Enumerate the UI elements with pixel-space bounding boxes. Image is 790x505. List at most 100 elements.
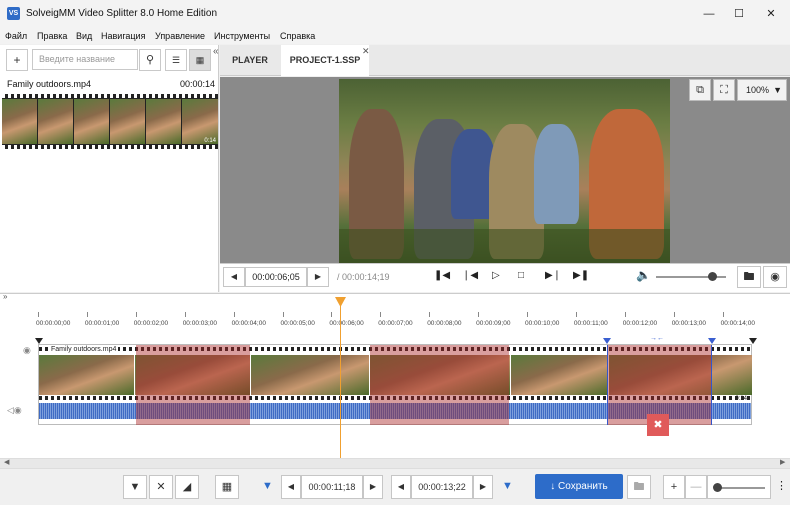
ruler-tick-label: 00:00:09;00 [476,320,511,327]
search-icon[interactable]: ⚲ [139,49,161,71]
clip-thumbnail[interactable]: 0:14 [2,94,218,149]
open-folder-icon[interactable]: 🖿 [737,266,761,288]
menu-view[interactable]: Вид [76,31,92,41]
expand-timeline-icon[interactable]: » [3,292,7,301]
marker-out-icon[interactable]: ▼ [502,480,513,492]
track-label: Family outdoors.mp4 [49,346,119,353]
zoom-slider-knob[interactable] [713,483,722,492]
ruler-tick-label: 00:00:13;00 [671,320,707,327]
scroll-right-icon[interactable]: ▶ [780,458,785,466]
ruler-tick-label: 00:00:11;00 [573,320,608,327]
marker-out-time[interactable]: 00:00:13;22 [411,475,473,499]
step-back-button[interactable]: ◀ [223,267,245,287]
add-marker-icon[interactable]: ▼ [123,475,147,499]
search-input[interactable]: Введите название [32,49,138,70]
chevron-down-icon: ▼ [773,85,782,95]
timeline-ruler[interactable]: 00:00:00;00 00:00:01;00 00:00:02;00 00:00:0… [36,312,755,330]
clip-thumb-time: 0:14 [204,138,216,144]
more-options-icon[interactable]: ⋮ [776,479,787,492]
save-label: Сохранить [558,481,608,492]
cut-segment[interactable] [370,345,509,425]
ruler-tick [624,312,626,317]
split-marker-icon[interactable]: ✖ [647,414,669,436]
remove-marker-icon[interactable]: ✕ [149,475,173,499]
volume-knob[interactable] [708,272,717,281]
ruler-tick [478,312,480,317]
marker-in-time[interactable]: 00:00:11;18 [301,475,363,499]
ruler-tick [527,312,528,317]
menu-edit[interactable]: Правка [37,31,67,41]
clip-duration: 00:00:14 [180,79,216,89]
zoom-value: 100% [746,85,770,95]
menu-tools[interactable]: Инструменты [214,31,270,41]
prev-marker-icon[interactable]: ❚◀ [434,270,450,281]
video-preview[interactable] [339,79,670,263]
menu-file[interactable]: Файл [5,31,27,41]
ruler-tick-label: 00:00:01;00 [84,320,120,327]
video-track[interactable]: Family outdoors.mp4 0:14 [38,344,752,425]
window-title: SolveigMM Video Splitter 8.0 Home Editio… [26,8,218,19]
ruler-tick [282,312,284,317]
snapshot-icon[interactable]: ◉ [763,266,787,288]
ruler-tick-label: 00:00:06;00 [329,320,364,327]
ruler-tick [38,312,39,317]
ruler-tick [86,312,88,317]
ruler-tick-label: 00:00:00;00 [36,320,71,327]
fullscreen-icon[interactable]: ⛶ [713,79,735,101]
volume-icon[interactable]: 🔈 [636,268,651,282]
save-button[interactable]: ↓ Сохранить [535,474,623,499]
scroll-left-icon[interactable]: ◀ [4,458,9,466]
ruler-tick-label: 00:00:14;00 [720,320,755,327]
marker-in-prev-button[interactable]: ◀ [281,475,301,499]
grid-view-icon[interactable]: ▦ [189,49,211,71]
clip-name: Family outdoors.mp4 [7,79,92,89]
ruler-tick-label: 00:00:02;00 [133,320,169,327]
tab-player[interactable]: PLAYER [220,45,280,76]
zoom-select[interactable]: 100% ▼ [737,79,787,101]
ruler-tick [429,312,431,317]
add-file-button[interactable]: + [6,49,28,71]
track-end-label: 0:14 [735,396,747,402]
marker-out-next-button[interactable]: ▶ [473,475,493,499]
next-marker-icon[interactable]: ▶❚ [573,270,589,281]
menu-help[interactable]: Справка [280,31,315,41]
selected-segment[interactable] [607,345,712,425]
marker-out-prev-button[interactable]: ◀ [391,475,411,499]
playhead[interactable] [340,300,341,460]
invert-selection-icon[interactable]: ▦ [215,475,239,499]
menu-navigation[interactable]: Навигация [101,31,145,41]
ruler-tick-label: 00:00:05;00 [280,320,315,327]
minimize-button[interactable]: — [694,4,724,24]
total-time: / 00:00:14;19 [337,272,390,282]
next-frame-icon[interactable]: ▶❘ [545,270,561,281]
marker-in-icon[interactable]: ▼ [262,480,273,492]
close-button[interactable]: ✕ [756,4,786,24]
maximize-button[interactable]: ☐ [724,4,754,24]
prev-frame-icon[interactable]: ❘◀ [462,270,478,281]
current-time-field[interactable]: 00:00:06;05 [245,267,307,287]
close-tab-icon[interactable]: ✕ [362,46,370,57]
zoom-in-button[interactable]: + [663,475,685,499]
output-folder-icon[interactable]: 🖿 [627,475,651,499]
ruler-tick [331,312,333,317]
audio-mute-icon[interactable]: ◁◉ [7,405,22,416]
step-forward-button[interactable]: ▶ [307,267,329,287]
tab-project[interactable]: PROJECT-1.SSP [281,45,369,76]
list-view-icon[interactable]: ☰ [165,49,187,71]
timeline-scrollbar[interactable] [0,458,790,468]
ruler-tick-label: 00:00:07;00 [378,320,413,327]
play-icon[interactable]: ▷ [492,270,500,281]
video-visibility-icon[interactable]: ◉ [23,345,31,356]
stop-icon[interactable]: □ [518,270,524,281]
ruler-tick-label: 00:00:08;00 [427,320,462,327]
zoom-out-button[interactable]: — [685,475,707,499]
menu-control[interactable]: Управление [155,31,205,41]
crop-icon[interactable]: ⧉ [689,79,711,101]
collapse-panel-icon[interactable]: « [213,46,219,57]
marker-in-next-button[interactable]: ▶ [363,475,383,499]
ruler-tick-label: 00:00:03;00 [182,320,218,327]
ruler-tick [184,312,186,317]
marker-options-icon[interactable]: ◢ [175,475,199,499]
cut-segment[interactable] [136,345,250,425]
ruler-tick-label: 00:00:10;00 [525,320,560,327]
